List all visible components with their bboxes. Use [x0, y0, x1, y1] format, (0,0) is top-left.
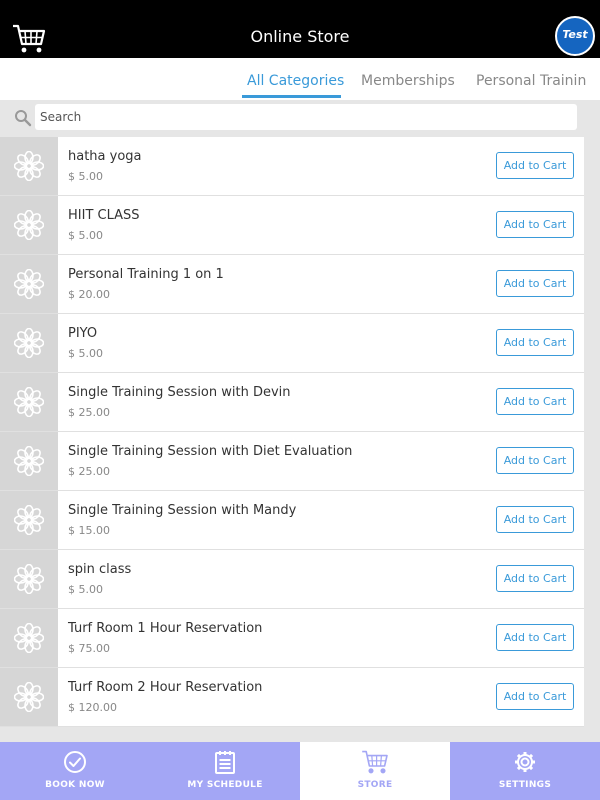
product-thumbnail	[0, 609, 58, 667]
add-to-cart-button[interactable]: Add to Cart	[496, 565, 574, 592]
add-to-cart-button[interactable]: Add to Cart	[496, 683, 574, 710]
product-name[interactable]: HIIT CLASS	[68, 208, 140, 223]
check-circle-icon	[0, 750, 150, 774]
add-to-cart-button[interactable]: Add to Cart	[496, 329, 574, 356]
add-to-cart-button[interactable]: Add to Cart	[496, 624, 574, 651]
product-thumbnail	[0, 432, 58, 490]
add-to-cart-button[interactable]: Add to Cart	[496, 447, 574, 474]
product-name[interactable]: Single Training Session with Diet Evalua…	[68, 444, 352, 459]
product-row[interactable]: Single Training Session with Mandy $ 15.0…	[0, 491, 584, 550]
product-price: $ 5.00	[68, 347, 103, 360]
cart-icon	[300, 750, 450, 774]
tab-all-categories[interactable]: All Categories	[247, 58, 344, 98]
calendar-icon	[150, 750, 300, 774]
product-price: $ 15.00	[68, 524, 110, 537]
product-price: $ 25.00	[68, 406, 110, 419]
product-row[interactable]: Single Training Session with Devin $ 25.0…	[0, 373, 584, 432]
search-bar	[0, 100, 600, 137]
product-price: $ 20.00	[68, 288, 110, 301]
product-price: $ 120.00	[68, 701, 117, 714]
product-price: $ 5.00	[68, 170, 103, 183]
product-row[interactable]: Turf Room 1 Hour Reservation $ 75.00 Add t…	[0, 609, 584, 668]
app-header: Online Store Test	[0, 0, 600, 58]
nav-label: BOOK NOW	[45, 780, 105, 790]
product-row[interactable]: Single Training Session with Diet Evalua…	[0, 432, 584, 491]
add-to-cart-button[interactable]: Add to Cart	[496, 152, 574, 179]
product-price: $ 5.00	[68, 229, 103, 242]
nav-label: MY SCHEDULE	[187, 780, 263, 790]
product-thumbnail	[0, 137, 58, 195]
product-name[interactable]: spin class	[68, 562, 131, 577]
add-to-cart-button[interactable]: Add to Cart	[496, 270, 574, 297]
tab-memberships[interactable]: Memberships	[361, 58, 455, 98]
product-price: $ 75.00	[68, 642, 110, 655]
add-to-cart-button[interactable]: Add to Cart	[496, 211, 574, 238]
product-thumbnail	[0, 196, 58, 254]
product-price: $ 25.00	[68, 465, 110, 478]
product-name[interactable]: Single Training Session with Devin	[68, 385, 291, 400]
product-thumbnail	[0, 550, 58, 608]
product-name[interactable]: Turf Room 1 Hour Reservation	[68, 621, 262, 636]
product-name[interactable]: Personal Training 1 on 1	[68, 267, 224, 282]
gear-icon	[450, 750, 600, 774]
product-row[interactable]: PIYO $ 5.00 Add to Cart	[0, 314, 584, 373]
product-thumbnail	[0, 491, 58, 549]
nav-book-now[interactable]: BOOK NOW	[0, 742, 150, 800]
product-row[interactable]: hatha yoga $ 5.00 Add to Cart	[0, 137, 584, 196]
add-to-cart-button[interactable]: Add to Cart	[496, 388, 574, 415]
nav-store[interactable]: STORE	[300, 742, 450, 800]
product-name[interactable]: Turf Room 2 Hour Reservation	[68, 680, 262, 695]
product-row[interactable]: HIIT CLASS $ 5.00 Add to Cart	[0, 196, 584, 255]
active-tab-indicator	[242, 95, 341, 98]
nav-label: SETTINGS	[498, 780, 552, 790]
product-row[interactable]: spin class $ 5.00 Add to Cart	[0, 550, 584, 609]
nav-label: STORE	[357, 780, 393, 790]
category-tabs: All Categories Memberships Personal Trai…	[0, 58, 600, 101]
bottom-nav: BOOK NOW MY SCHEDULE STORE SETTINGS	[0, 742, 600, 800]
nav-my-schedule[interactable]: MY SCHEDULE	[150, 742, 300, 800]
product-name[interactable]: hatha yoga	[68, 149, 142, 164]
tab-personal-training[interactable]: Personal Trainin	[476, 58, 586, 98]
product-list: hatha yoga $ 5.00 Add to Cart HIIT CLASS $ 5…	[0, 137, 584, 727]
page-title: Online Store	[250, 27, 350, 46]
product-thumbnail	[0, 373, 58, 431]
product-price: $ 5.00	[68, 583, 103, 596]
search-icon	[15, 110, 32, 127]
search-input[interactable]	[35, 104, 577, 130]
add-to-cart-button[interactable]: Add to Cart	[496, 506, 574, 533]
avatar[interactable]: Test	[555, 16, 595, 56]
nav-settings[interactable]: SETTINGS	[450, 742, 600, 800]
product-name[interactable]: Single Training Session with Mandy	[68, 503, 296, 518]
product-row[interactable]: Turf Room 2 Hour Reservation $ 120.00 Add …	[0, 668, 584, 727]
product-thumbnail	[0, 314, 58, 372]
product-name[interactable]: PIYO	[68, 326, 97, 341]
product-thumbnail	[0, 668, 58, 726]
product-row[interactable]: Personal Training 1 on 1 $ 20.00 Add to Ca…	[0, 255, 584, 314]
product-thumbnail	[0, 255, 58, 313]
